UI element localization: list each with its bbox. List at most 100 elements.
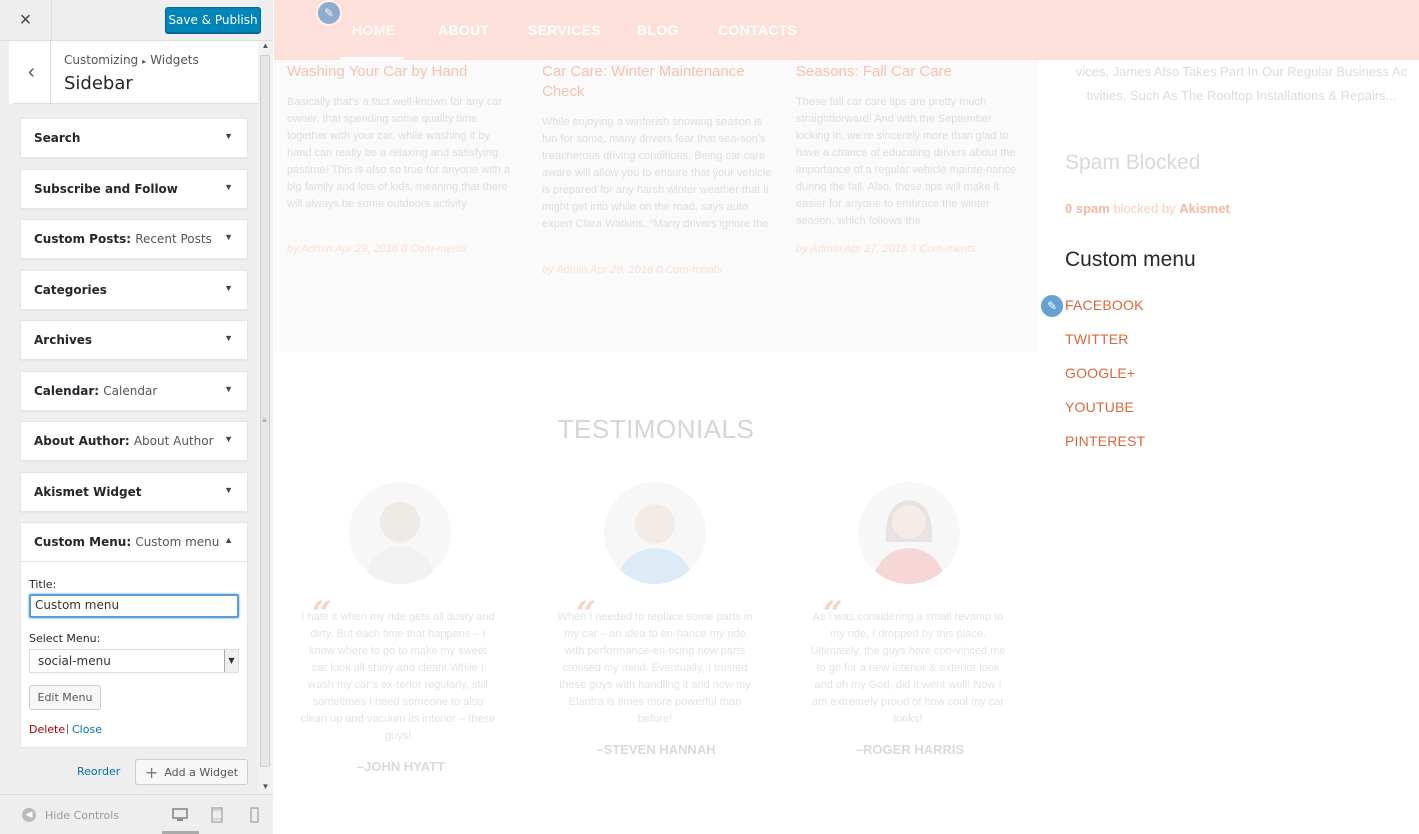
add-widget-label: Add a Widget xyxy=(164,765,239,779)
hide-controls-label: Hide Controls xyxy=(45,808,120,822)
expand-arrow-icon[interactable]: ▼ xyxy=(224,283,233,293)
widget-subtitle: Custom menu xyxy=(135,535,220,549)
nav-contacts[interactable]: CONTACTS xyxy=(718,22,797,38)
hide-controls-button[interactable]: ◀ Hide Controls xyxy=(22,808,119,822)
widget-custom-menu-header[interactable]: Custom Menu: Custom menu ▲ xyxy=(21,523,247,562)
spam-blocked-text: 0 spam blocked by Akismet xyxy=(1065,201,1230,216)
breadcrumb-root: Customizing xyxy=(64,53,139,67)
widget-categories[interactable]: Categories ▼ xyxy=(20,270,248,310)
widget-title: About Author: xyxy=(34,434,130,448)
testimonials-title: TESTIMONIALS xyxy=(557,414,755,444)
post-meta: by Admin Apr 28, 2016 0 Com-ments xyxy=(542,264,723,276)
widget-subtitle: Recent Posts xyxy=(135,232,212,246)
testimonial-text: As I was considering a small revamp to m… xyxy=(810,611,1006,725)
akismet-link[interactable]: Akismet xyxy=(1179,201,1230,216)
widget-search[interactable]: Search ▼ xyxy=(20,118,248,158)
expand-arrow-icon[interactable]: ▼ xyxy=(224,384,233,394)
edit-menu-button[interactable]: Edit Menu xyxy=(29,685,101,710)
spam-blocked-title: Spam Blocked xyxy=(1065,151,1201,174)
widget-title: Custom Menu: xyxy=(34,535,132,549)
grip-icon: ≡ xyxy=(262,416,267,425)
custom-menu-title: Custom menu xyxy=(1065,248,1196,271)
custom-menu-item-twitter[interactable]: TWITTER xyxy=(1065,331,1129,347)
widget-subtitle: Calendar xyxy=(103,384,158,398)
nav-blog[interactable]: BLOG xyxy=(637,22,679,38)
nav-home[interactable]: HOME xyxy=(352,22,395,38)
chevron-down-icon[interactable]: ▼ xyxy=(224,650,238,672)
post-excerpt: While enjoying a winterish snowing seaso… xyxy=(542,116,772,230)
widget-archives[interactable]: Archives ▼ xyxy=(20,320,248,360)
widget-calendar[interactable]: Calendar: Calendar ▼ xyxy=(20,371,248,411)
customizer-panel: × Save & Publish ‹ Customizing ▸ Widgets S… xyxy=(0,0,273,834)
widget-about-author[interactable]: About Author: About Author ▼ xyxy=(20,421,248,461)
widget-subscribe-follow[interactable]: Subscribe and Follow ▼ xyxy=(20,169,248,209)
desktop-device-icon[interactable] xyxy=(172,807,188,823)
spam-count: 0 spam xyxy=(1065,201,1110,216)
avatar xyxy=(349,482,451,584)
widget-title: Subscribe and Follow xyxy=(34,182,178,196)
nav-about[interactable]: ABOUT xyxy=(438,22,489,38)
widget-title: Calendar: xyxy=(34,384,100,398)
scroll-thumb[interactable]: ≡ xyxy=(260,55,270,767)
select-menu-label: Select Menu: xyxy=(29,632,101,645)
site-nav: HOME ABOUT SERVICES BLOG CONTACTS ✎ xyxy=(274,0,1419,60)
edit-shortcut-pencil-icon[interactable]: ✎ xyxy=(316,0,342,26)
custom-menu-item-youtube[interactable]: YOUTUBE xyxy=(1065,399,1134,415)
widget-akismet[interactable]: Akismet Widget ▼ xyxy=(20,472,248,512)
post-title[interactable]: Seasons: Fall Car Care xyxy=(796,62,1026,82)
widget-custom-menu: Custom Menu: Custom menu ▲ Title: Custom… xyxy=(20,522,248,748)
custom-menu-item-pinterest[interactable]: PINTEREST xyxy=(1065,433,1145,449)
menu-select-value: social-menu xyxy=(38,654,111,668)
testimonial-text: I hate it when my ride gets all dusty an… xyxy=(300,611,496,742)
expand-arrow-icon[interactable]: ▼ xyxy=(224,333,233,343)
widget-subtitle: About Author xyxy=(133,434,214,448)
menu-select[interactable]: social-menu ▼ xyxy=(29,649,239,673)
section-header: ‹ Customizing ▸ Widgets Sidebar xyxy=(9,41,258,104)
testimonial-author: –ROGER HARRIS xyxy=(855,742,965,757)
back-icon[interactable]: ‹ xyxy=(9,41,51,104)
add-widget-button[interactable]: + Add a Widget xyxy=(135,759,248,785)
expand-arrow-icon[interactable]: ▼ xyxy=(224,131,233,141)
collapse-icon: ◀ xyxy=(22,808,36,822)
avatar xyxy=(858,482,960,584)
scroll-up-icon[interactable]: ▲ xyxy=(258,41,273,53)
expand-arrow-icon[interactable]: ▼ xyxy=(224,434,233,444)
close-link[interactable]: Close xyxy=(72,723,102,736)
breadcrumb: Customizing ▸ Widgets xyxy=(64,53,199,67)
scroll-down-icon[interactable]: ▼ xyxy=(258,782,273,794)
expand-arrow-icon[interactable]: ▼ xyxy=(224,182,233,192)
custom-menu-item-facebook[interactable]: FACEBOOK xyxy=(1065,297,1144,313)
title-label: Title: xyxy=(29,578,57,591)
custom-menu-item-googleplus[interactable]: GOOGLE+ xyxy=(1065,365,1135,381)
breadcrumb-child: Widgets xyxy=(150,53,199,67)
expand-arrow-icon[interactable]: ▼ xyxy=(224,232,233,242)
breadcrumb-separator-icon: ▸ xyxy=(142,57,147,66)
avatar xyxy=(604,482,706,584)
testimonial-author: –JOHN HYATT xyxy=(356,759,446,774)
tablet-device-icon[interactable] xyxy=(209,807,225,823)
expand-arrow-icon[interactable]: ▼ xyxy=(224,485,233,495)
collapse-arrow-icon[interactable]: ▲ xyxy=(224,535,233,545)
site-preview: HOME ABOUT SERVICES BLOG CONTACTS ✎ Wash… xyxy=(274,0,1419,834)
widget-title: Custom Posts: xyxy=(34,232,132,246)
reorder-link[interactable]: Reorder xyxy=(77,765,120,778)
post-title[interactable]: Car Care: Winter Maintenance Check xyxy=(542,62,772,102)
nav-services[interactable]: SERVICES xyxy=(528,22,601,38)
post-excerpt: These fall car care tips are pretty much… xyxy=(796,96,1017,227)
save-publish-button[interactable]: Save & Publish xyxy=(165,7,261,33)
mobile-device-icon[interactable] xyxy=(246,807,262,823)
panel-scrollbar[interactable]: ▲ ≡ ▼ xyxy=(258,41,273,794)
post-title[interactable]: Washing Your Car by Hand xyxy=(287,62,517,82)
sidebar-about-text: vices, James Also Takes Part In Our Regu… xyxy=(1075,64,1408,103)
post-excerpt: Basically that’s a fact well-known for a… xyxy=(287,96,510,210)
section-title: Sidebar xyxy=(64,73,133,94)
spam-mid: blocked by xyxy=(1113,201,1176,216)
close-icon[interactable]: × xyxy=(0,0,52,40)
widget-title: Search xyxy=(34,131,81,145)
edit-shortcut-pencil-icon[interactable]: ✎ xyxy=(1039,293,1065,319)
widget-title: Categories xyxy=(34,283,107,297)
delete-link[interactable]: Delete xyxy=(29,723,65,736)
widget-custom-posts[interactable]: Custom Posts: Recent Posts ▼ xyxy=(20,219,248,259)
title-input[interactable]: Custom menu xyxy=(29,594,239,618)
testimonial-author: –STEVEN HANNAH xyxy=(596,742,716,757)
